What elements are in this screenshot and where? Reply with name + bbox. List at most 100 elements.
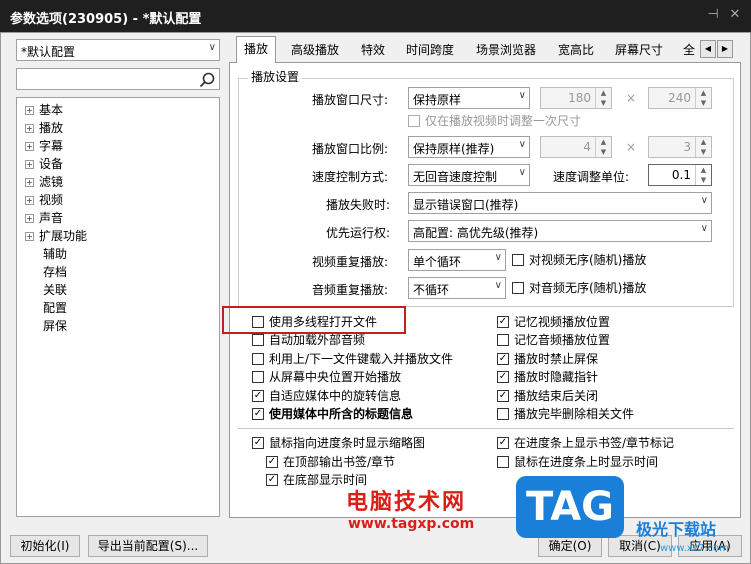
chevron-down-icon: ∨: [700, 195, 708, 206]
video-repeat-select[interactable]: 单个循环 ∨: [408, 249, 506, 271]
chevron-down-icon: ∨: [208, 42, 216, 53]
chevron-down-icon: ∨: [518, 90, 526, 101]
expand-icon[interactable]: +: [25, 160, 34, 169]
tree-item-label: 存档: [43, 265, 68, 279]
search-field[interactable]: [16, 68, 220, 90]
checkbox-box: [512, 282, 524, 294]
checkbox-label: 使用媒体中所含的标题信息: [269, 407, 414, 421]
expand-icon[interactable]: +: [25, 214, 34, 223]
ok-button[interactable]: 确定(O): [538, 535, 602, 557]
window-size-label: 播放窗口尺寸:: [312, 93, 389, 107]
checkbox-box: [497, 408, 509, 420]
tab-0[interactable]: 播放: [236, 36, 276, 63]
title-bar: 参数选项(230905) - *默认配置 ⊣ ✕: [0, 0, 751, 32]
width-spinner[interactable]: 180 ▲ ▼: [540, 87, 612, 109]
tab-scroll-right-icon[interactable]: ▶: [717, 40, 733, 58]
speed-unit-spinner[interactable]: 0.1 ▲ ▼: [648, 164, 712, 186]
checkbox-label: 利用上/下一文件键载入并播放文件: [269, 351, 454, 366]
video-repeat-label: 视频重复播放:: [312, 255, 389, 269]
chevron-down-icon: ∨: [700, 223, 708, 234]
video-repeat-value: 单个循环: [413, 255, 462, 269]
fail-select[interactable]: 显示错误窗口(推荐) ∨: [408, 192, 712, 214]
window-size-value: 保持原样: [413, 93, 462, 107]
profile-select[interactable]: *默认配置 ∨: [16, 39, 220, 61]
pin-button[interactable]: ⊣: [704, 6, 722, 24]
tab-3[interactable]: 时间跨度: [398, 38, 462, 62]
priority-select[interactable]: 高配置: 高优先级(推荐) ∨: [408, 220, 712, 242]
init-button[interactable]: 初始化(I): [10, 535, 80, 557]
speed-unit-label: 速度调整单位:: [553, 170, 630, 184]
window-title: 参数选项(230905) - *默认配置: [10, 12, 202, 27]
group-title: 播放设置: [248, 68, 303, 85]
priority-label: 优先运行权:: [326, 226, 391, 240]
height-spinner[interactable]: 240 ▲ ▼: [648, 87, 712, 109]
tab-2[interactable]: 特效: [354, 38, 392, 62]
watermark-url: www.tagxp.com: [348, 516, 475, 532]
checkbox-label: 播放时隐藏指针: [514, 370, 599, 385]
checkbox-label: 自适应媒体中的旋转信息: [269, 388, 402, 403]
checkmark-icon: ✓: [252, 389, 264, 402]
category-tree: + 基本 + 播放 + 字幕 + 设备 + 滤镜 + 视频 + 声音 + 扩展功能 辅助 存档 关联 配置 屏保: [16, 97, 220, 517]
height-value: 240: [668, 91, 691, 105]
checkbox-label: 鼠标指向进度条时显示缩略图: [269, 436, 426, 450]
audio-shuffle-label: 对音频无序(随机)播放: [529, 281, 647, 295]
tab-scroll-left-icon[interactable]: ◀: [700, 40, 716, 58]
chevron-down-icon: ∨: [518, 167, 526, 178]
expand-icon[interactable]: +: [25, 106, 34, 115]
profile-selected-value: *默认配置: [21, 45, 76, 59]
window-size-select[interactable]: 保持原样 ∨: [408, 87, 530, 109]
checkbox-box: [512, 254, 524, 266]
close-button[interactable]: ✕: [726, 6, 744, 24]
ratio-value: 保持原样(推荐): [413, 142, 495, 156]
tree-item-label: 视频: [39, 193, 64, 207]
checkbox-label: 记忆音频播放位置: [514, 333, 611, 348]
tab-6[interactable]: 屏幕尺寸: [608, 38, 670, 62]
tree-item-label: 字幕: [39, 139, 64, 153]
speed-unit-value: 0.1: [671, 168, 691, 182]
spin-arrows-icon[interactable]: ▲ ▼: [695, 165, 711, 185]
checkbox-box: [252, 371, 264, 384]
ratio-select[interactable]: 保持原样(推荐) ∨: [408, 136, 530, 158]
checkbox-label: 鼠标在进度条上时显示时间: [514, 454, 659, 469]
spin-arrows-icon[interactable]: ▲ ▼: [695, 88, 711, 108]
speed-control-label: 速度控制方式:: [312, 170, 389, 184]
ratio-label: 播放窗口比例:: [312, 142, 389, 156]
ratio-width-value: 4: [583, 140, 591, 154]
expand-icon[interactable]: +: [25, 196, 34, 205]
export-config-button[interactable]: 导出当前配置(S)...: [88, 535, 208, 557]
speed-control-select[interactable]: 无回音速度控制 ∨: [408, 164, 530, 186]
tab-1[interactable]: 高级播放: [282, 38, 348, 62]
only-once-label: 仅在播放视频时调整一次尺寸: [425, 114, 582, 128]
search-icon[interactable]: [198, 71, 216, 89]
watermark-brand: 极光下载站: [636, 520, 717, 539]
ratio-width-spinner[interactable]: 4 ▲ ▼: [540, 136, 612, 158]
expand-icon[interactable]: +: [25, 124, 34, 133]
expand-icon[interactable]: +: [25, 178, 34, 187]
expand-icon[interactable]: +: [25, 142, 34, 151]
tab-4[interactable]: 场景浏览器: [468, 38, 544, 62]
tree-item-label: 关联: [43, 283, 68, 297]
chevron-down-icon: ∨: [494, 252, 502, 263]
audio-repeat-select[interactable]: 不循环 ∨: [408, 277, 506, 299]
checkmark-icon: ✓: [497, 389, 509, 402]
ratio-height-spinner[interactable]: 3 ▲ ▼: [648, 136, 712, 158]
expand-icon[interactable]: +: [25, 232, 34, 241]
spin-arrows-icon[interactable]: ▲ ▼: [595, 88, 611, 108]
watermark-logo: TAG: [516, 476, 624, 538]
checkbox-label: 播放完毕删除相关文件: [514, 407, 635, 421]
times-sign: ×: [626, 140, 637, 154]
spin-arrows-icon[interactable]: ▲ ▼: [595, 137, 611, 157]
tab-5[interactable]: 宽高比: [550, 38, 602, 62]
checkmark-icon: ✓: [497, 316, 509, 328]
priority-value: 高配置: 高优先级(推荐): [413, 226, 539, 240]
checkbox-label: 记忆视频播放位置: [514, 315, 611, 329]
spin-arrows-icon[interactable]: ▲ ▼: [695, 137, 711, 157]
checkbox-box: [497, 455, 509, 468]
tab-7[interactable]: 全: [680, 38, 698, 62]
checkmark-icon: ✓: [252, 437, 264, 449]
speed-control-value: 无回音速度控制: [413, 170, 498, 184]
width-value: 180: [568, 91, 591, 105]
checkbox-box: [252, 352, 264, 365]
checkbox-label: 从屏幕中央位置开始播放: [269, 370, 402, 385]
checkmark-icon: ✓: [497, 437, 509, 449]
